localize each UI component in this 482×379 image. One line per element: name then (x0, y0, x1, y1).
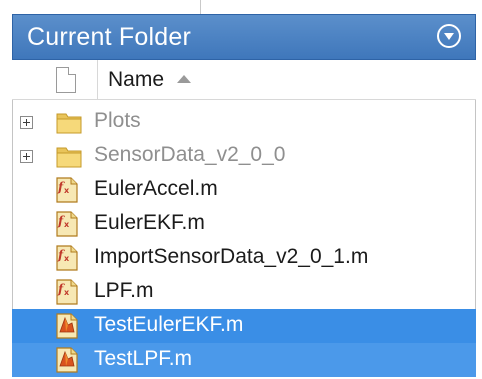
list-item-label: EulerEKF.m (94, 211, 205, 234)
current-folder-panel: Current Folder Name Plots SensorData_v2_… (0, 0, 482, 379)
list-item[interactable]: f x EulerAccel.m (12, 173, 476, 207)
list-item-label: TestLPF.m (94, 347, 193, 370)
function-file-icon: f x (56, 211, 78, 237)
list-item-label: LPF.m (94, 279, 154, 302)
column-header: Name (12, 60, 476, 100)
expand-plus-icon[interactable] (20, 150, 33, 163)
script-file-icon (56, 313, 78, 339)
blank-page-icon (56, 67, 76, 93)
type-column-header[interactable] (42, 60, 98, 100)
list-item[interactable]: TestLPF.m (12, 343, 476, 377)
function-file-icon: f x (56, 279, 78, 305)
list-item[interactable]: f x EulerEKF.m (12, 207, 476, 241)
list-item-label: EulerAccel.m (94, 177, 218, 200)
list-item-label: Plots (94, 109, 141, 132)
name-column-header[interactable]: Name (108, 68, 164, 92)
folder-icon (56, 147, 82, 168)
svg-text:x: x (64, 186, 70, 195)
script-file-icon (56, 347, 78, 373)
toolbar-strip (0, 0, 482, 14)
sort-ascending-icon[interactable] (177, 75, 191, 83)
function-file-icon: f x (56, 245, 78, 271)
svg-text:x: x (64, 220, 70, 229)
list-item[interactable]: Plots (12, 105, 476, 139)
svg-text:x: x (64, 288, 70, 297)
divider (200, 0, 201, 14)
svg-text:x: x (64, 254, 70, 263)
list-item-label: ImportSensorData_v2_0_1.m (94, 245, 369, 268)
list-item[interactable]: TestEulerEKF.m (12, 309, 476, 343)
panel-title-bar[interactable]: Current Folder (12, 14, 476, 60)
expand-plus-icon[interactable] (20, 116, 33, 129)
panel-title: Current Folder (27, 23, 191, 51)
list-item[interactable]: f x LPF.m (12, 275, 476, 309)
list-item[interactable]: f x ImportSensorData_v2_0_1.m (12, 241, 476, 275)
folder-icon (56, 113, 82, 134)
list-item[interactable]: SensorData_v2_0_0 (12, 139, 476, 173)
list-item-label: SensorData_v2_0_0 (94, 143, 286, 166)
actions-menu-icon[interactable] (437, 24, 461, 48)
list-item-label: TestEulerEKF.m (94, 313, 244, 336)
function-file-icon: f x (56, 177, 78, 203)
